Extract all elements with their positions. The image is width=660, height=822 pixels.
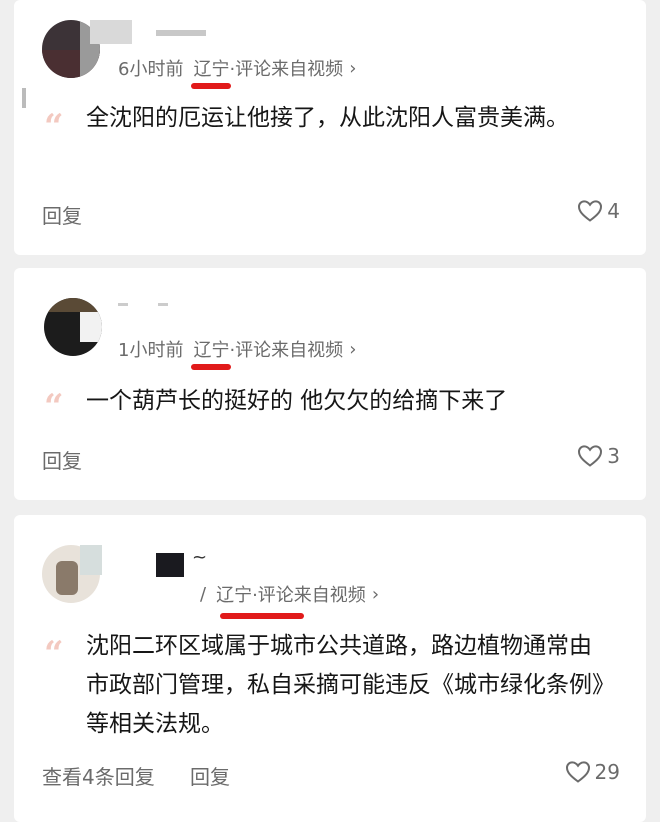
source-link[interactable]: ·评论来自视频 (252, 581, 366, 607)
timestamp: 6小时前 (118, 59, 184, 80)
location-text: 辽宁 (193, 59, 230, 80)
source-link[interactable]: ·评论来自视频 (229, 55, 343, 81)
username-fragment (156, 30, 206, 36)
comment-meta: 1小时前 辽宁 ·评论来自视频 › (118, 336, 356, 370)
source-link[interactable]: ·评论来自视频 (229, 336, 343, 362)
quote-mark-icon: “ (44, 107, 64, 147)
comment-card: 6小时前 辽宁 ·评论来自视频 › “ 全沈阳的厄运让他接了，从此沈阳人富贵美满… (14, 0, 646, 255)
comment-meta: / 辽宁 ·评论来自视频 › (200, 581, 379, 607)
comment-text: 沈阳二环区域属于城市公共道路，路边植物通常由市政部门管理，私自采摘可能违反《城市… (86, 633, 604, 737)
comment-text: 全沈阳的厄运让他接了，从此沈阳人富贵美满。 (86, 105, 569, 131)
quote-mark-icon: “ (44, 387, 64, 427)
like-button[interactable]: 4 (577, 199, 620, 223)
chevron-right-icon[interactable]: › (349, 58, 356, 79)
location: 辽宁 (191, 336, 232, 370)
heart-outline-icon (565, 761, 590, 783)
username[interactable] (156, 553, 184, 577)
heart-outline-icon (578, 200, 603, 222)
comment-meta: 6小时前 辽宁 ·评论来自视频 › (118, 55, 356, 89)
side-mark (22, 88, 26, 108)
like-button[interactable]: 29 (565, 760, 620, 784)
chevron-right-icon[interactable]: › (349, 339, 356, 360)
heart-outline-icon (578, 445, 603, 467)
location-text: 辽宁 (193, 340, 230, 361)
like-count: 29 (594, 760, 620, 784)
highlight-underline (220, 613, 304, 619)
avatar[interactable] (44, 298, 102, 356)
chevron-right-icon[interactable]: › (372, 584, 379, 605)
username-tail: ~ (192, 547, 208, 568)
reply-button[interactable]: 回复 (190, 761, 230, 790)
like-count: 4 (607, 199, 620, 223)
comment-text: 一个葫芦长的挺好的 他欠欠的给摘下来了 (86, 388, 508, 414)
username-fragment (158, 303, 168, 306)
username-fragment (118, 303, 128, 306)
reply-button[interactable]: 回复 (42, 445, 82, 474)
location-text: 辽宁 (216, 585, 253, 606)
highlight-underline (191, 364, 232, 370)
comment-card: 1小时前 辽宁 ·评论来自视频 › “ 一个葫芦长的挺好的 他欠欠的给摘下来了 … (14, 268, 646, 500)
username[interactable] (80, 545, 102, 575)
reply-button[interactable]: 回复 (42, 200, 82, 229)
location: 辽宁 (191, 55, 232, 89)
quote-mark-icon: “ (44, 634, 64, 674)
username[interactable] (90, 20, 132, 44)
timestamp: 1小时前 (118, 340, 184, 361)
comment-card: ~ / 辽宁 ·评论来自视频 › “ 沈阳二环区域属于城市公共道路，路边植物通常… (14, 515, 646, 822)
view-replies-button[interactable]: 查看4条回复 (42, 761, 155, 790)
timestamp: / (200, 583, 207, 605)
location: 辽宁 (216, 581, 252, 607)
highlight-underline (191, 83, 232, 89)
like-button[interactable]: 3 (577, 444, 620, 468)
like-count: 3 (607, 444, 620, 468)
